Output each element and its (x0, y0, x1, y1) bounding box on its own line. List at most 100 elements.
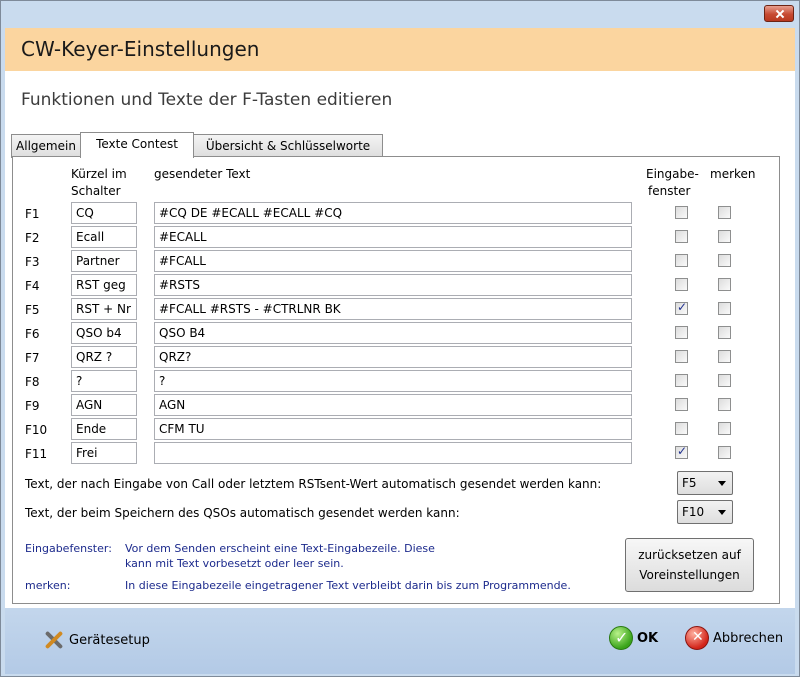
input-window-checkbox[interactable] (675, 350, 688, 363)
input-window-checkbox[interactable] (675, 444, 688, 459)
remember-checkbox[interactable] (718, 374, 731, 387)
fkey-label: F8 (25, 375, 40, 389)
send-text-input[interactable]: #ECALL (154, 226, 632, 248)
input-window-checkbox[interactable] (675, 326, 688, 339)
fkey-label: F6 (25, 327, 40, 341)
remember-checkbox[interactable] (718, 326, 731, 339)
auto-after-call-value: F5 (682, 476, 697, 490)
chevron-down-icon (718, 510, 726, 515)
send-text-input[interactable] (154, 442, 632, 464)
send-text-input[interactable]: #FCALL (154, 250, 632, 272)
input-window-checkbox[interactable] (675, 206, 688, 219)
tools-icon (41, 628, 65, 652)
auto-after-call-label: Text, der nach Eingabe von Call oder let… (25, 477, 602, 491)
info-input-label: Eingabefenster: (25, 542, 112, 555)
remember-checkbox[interactable] (718, 422, 731, 435)
remember-checkbox[interactable] (718, 230, 731, 243)
dialog-subtitle: Funktionen und Texte der F-Tasten editie… (21, 90, 393, 110)
fkey-label: F1 (25, 207, 40, 221)
device-setup-label: Gerätesetup (69, 632, 150, 648)
cancel-label: Abbrechen (713, 630, 784, 646)
column-header-short-line1: Kürzel im (71, 167, 127, 181)
fkey-label: F11 (25, 447, 48, 461)
short-label-input[interactable]: RST + Nr (71, 298, 137, 320)
input-window-checkbox[interactable] (675, 278, 688, 291)
column-header-input: Eingabe- fenster (646, 166, 699, 200)
short-label-input[interactable]: QSO b4 (71, 322, 137, 344)
column-header-text: gesendeter Text (154, 167, 251, 181)
short-label-input[interactable]: AGN (71, 394, 137, 416)
fkey-label: F10 (25, 423, 48, 437)
info-input-line2: kann mit Text vorbesetzt oder leer sein. (125, 557, 344, 570)
short-label-input[interactable]: Ecall (71, 226, 137, 248)
tab-uebersicht[interactable]: Übersicht & Schlüsselworte (193, 134, 383, 158)
remember-checkbox[interactable] (718, 206, 731, 219)
send-text-input[interactable]: CFM TU (154, 418, 632, 440)
column-header-remember: merken (710, 167, 756, 181)
remember-checkbox[interactable] (718, 446, 731, 459)
info-input-text: Vor dem Senden erscheint eine Text-Einga… (125, 541, 435, 571)
reset-button-line1: zurücksetzen auf (638, 548, 741, 562)
ok-button[interactable]: OK (609, 626, 658, 650)
short-label-input[interactable]: ? (71, 370, 137, 392)
device-setup-button[interactable]: Gerätesetup (41, 628, 150, 652)
dialog-header: CW-Keyer-Einstellungen (5, 28, 795, 71)
fkey-label: F2 (25, 231, 40, 245)
input-window-checkbox[interactable] (675, 422, 688, 435)
ok-label: OK (637, 630, 659, 646)
column-header-short: Kürzel im Schalter (71, 166, 127, 200)
send-text-input[interactable]: QSO B4 (154, 322, 632, 344)
chevron-down-icon (718, 481, 726, 486)
dialog-client: CW-Keyer-Einstellungen Funktionen und Te… (5, 28, 795, 674)
column-header-input-line1: Eingabe- (646, 167, 699, 181)
info-remember-text: In diese Eingabezeile eingetragener Text… (125, 579, 571, 592)
input-window-checkbox[interactable] (675, 230, 688, 243)
remember-checkbox[interactable] (718, 302, 731, 315)
fkey-label: F7 (25, 351, 40, 365)
send-text-input[interactable]: ? (154, 370, 632, 392)
info-remember-label: merken: (25, 579, 71, 592)
send-text-input[interactable]: #FCALL #RSTS - #CTRLNR BK (154, 298, 632, 320)
fkey-label: F9 (25, 399, 40, 413)
input-window-checkbox[interactable] (675, 374, 688, 387)
input-window-checkbox[interactable] (675, 300, 688, 315)
close-button[interactable] (764, 5, 794, 22)
tab-texte-contest[interactable]: Texte Contest (80, 132, 194, 158)
short-label-input[interactable]: QRZ ? (71, 346, 137, 368)
auto-after-call-select[interactable]: F5 (677, 471, 733, 495)
cancel-button[interactable]: Abbrechen (685, 626, 783, 650)
remember-checkbox[interactable] (718, 350, 731, 363)
fkey-label: F4 (25, 279, 40, 293)
fkey-label: F5 (25, 303, 40, 317)
close-icon (685, 626, 709, 650)
short-label-input[interactable]: Partner (71, 250, 137, 272)
input-window-checkbox[interactable] (675, 254, 688, 267)
input-window-checkbox[interactable] (675, 398, 688, 411)
send-text-input[interactable]: AGN (154, 394, 632, 416)
info-input-line1: Vor dem Senden erscheint eine Text-Einga… (125, 542, 435, 555)
reset-defaults-button[interactable]: zurücksetzen auf Voreinstellungen (625, 538, 754, 592)
column-header-input-line2: fenster (648, 184, 691, 198)
short-label-input[interactable]: RST geg (71, 274, 137, 296)
send-text-input[interactable]: QRZ? (154, 346, 632, 368)
title-bar (1, 1, 799, 28)
auto-on-save-select[interactable]: F10 (677, 500, 733, 524)
checkmark-icon (609, 626, 633, 650)
remember-checkbox[interactable] (718, 278, 731, 291)
send-text-input[interactable]: #RSTS (154, 274, 632, 296)
remember-checkbox[interactable] (718, 398, 731, 411)
remember-checkbox[interactable] (718, 254, 731, 267)
column-header-short-line2: Schalter (71, 184, 121, 198)
auto-on-save-label: Text, der beim Speichern des QSOs automa… (25, 506, 460, 520)
short-label-input[interactable]: Frei (71, 442, 137, 464)
dialog-footer: Gerätesetup OK Abbrechen (5, 608, 795, 674)
short-label-input[interactable]: Ende (71, 418, 137, 440)
reset-button-line2: Voreinstellungen (639, 568, 740, 582)
fkey-label: F3 (25, 255, 40, 269)
send-text-input[interactable]: #CQ DE #ECALL #ECALL #CQ (154, 202, 632, 224)
dialog-window: CW-Keyer-Einstellungen Funktionen und Te… (0, 0, 800, 677)
dialog-title: CW-Keyer-Einstellungen (21, 37, 260, 61)
auto-on-save-value: F10 (682, 505, 705, 519)
short-label-input[interactable]: CQ (71, 202, 137, 224)
tab-allgemein[interactable]: Allgemein (11, 134, 81, 158)
